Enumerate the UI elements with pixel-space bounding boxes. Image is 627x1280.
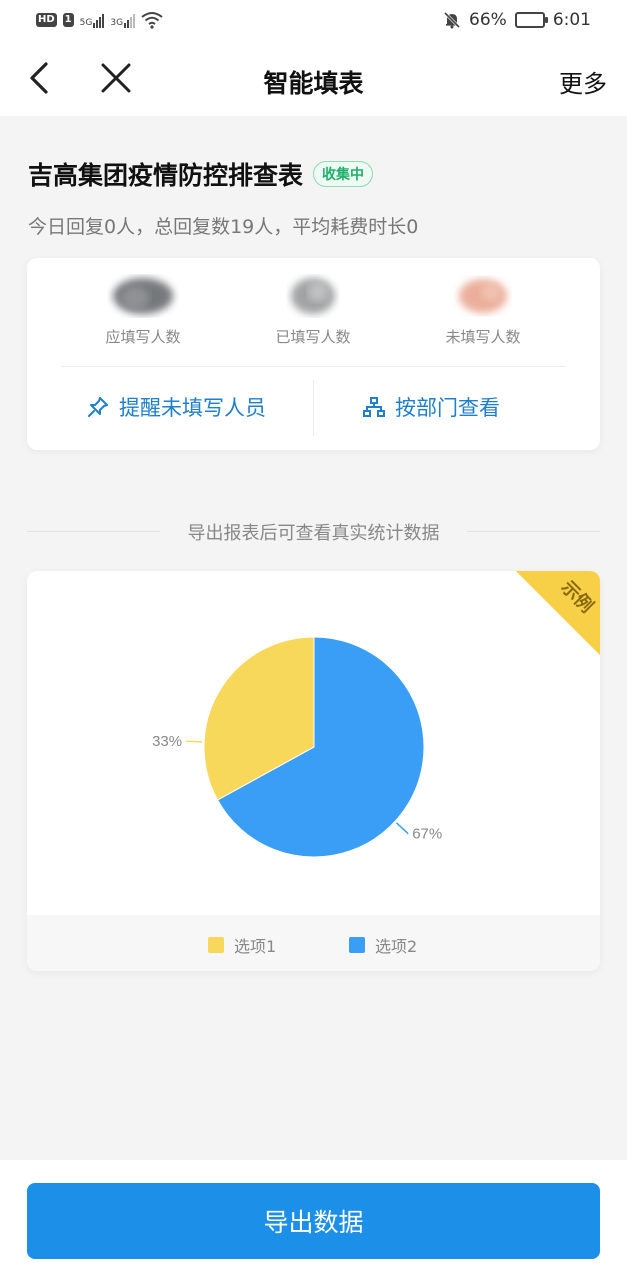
divider [313, 380, 314, 436]
status-badge: 收集中 [313, 161, 374, 187]
stat-expected[interactable]: 应填写人数 [73, 268, 213, 347]
stat-label: 应填写人数 [105, 328, 181, 346]
battery-percent: 66% [469, 10, 507, 30]
bottom-bar: 导出数据 [0, 1160, 627, 1280]
legend-label: 选项1 [234, 937, 277, 956]
legend-swatch [349, 937, 365, 953]
hd-badge: HD [36, 13, 57, 27]
page-title: 智能填表 [263, 69, 364, 98]
stat-unfilled[interactable]: 未填写人数 [413, 268, 553, 347]
divider [61, 366, 566, 367]
legend-swatch [208, 937, 224, 953]
remind-label: 提醒未填写人员 [119, 396, 266, 420]
battery-icon [514, 12, 548, 28]
redacted-count-blur [459, 279, 507, 313]
sim-badge: 1 [62, 13, 74, 27]
redacted-count-blur [291, 278, 335, 314]
legend-item: 选项1 [208, 933, 276, 957]
form-header: 吉高集团疫情防控排查表 收集中 [28, 156, 374, 192]
chart-card: 67% 33% 示例 选项1 选项2 [27, 571, 600, 971]
pie-chart: 67% 33% [152, 636, 442, 858]
legend-label: 选项2 [375, 937, 418, 956]
more-button[interactable]: 更多 [559, 64, 607, 99]
signal-5g-icon: 5G [80, 12, 105, 28]
form-title: 吉高集团疫情防控排查表 [28, 161, 304, 190]
status-bar-right: 66% 6:01 [443, 10, 591, 30]
sample-ribbon [516, 571, 600, 655]
wifi-icon [141, 12, 163, 29]
export-data-button[interactable]: 导出数据 [27, 1183, 600, 1259]
view-by-department-button[interactable]: 按部门查看 [363, 392, 500, 422]
pie-data-label: 67% [412, 826, 442, 843]
pie-leader-line [186, 740, 203, 743]
department-label: 按部门查看 [395, 396, 500, 420]
redacted-count-blur [113, 278, 173, 314]
pin-icon [88, 397, 108, 417]
stat-label: 已填写人数 [275, 328, 351, 346]
stat-filled[interactable]: 已填写人数 [243, 268, 383, 347]
network-type-label: 5G [79, 18, 93, 28]
nav-bar: 智能填表 更多 [0, 40, 627, 116]
export-hint: 导出报表后可查看真实统计数据 [160, 519, 467, 545]
stats-card: 应填写人数 已填写人数 未填写人数 提醒未填写人员 按部门查看 [27, 258, 600, 450]
org-chart-icon [363, 397, 385, 417]
close-icon[interactable] [98, 60, 134, 96]
legend-item: 选项2 [349, 933, 417, 957]
bell-muted-icon [443, 11, 461, 29]
stat-label: 未填写人数 [445, 328, 521, 346]
remind-unfilled-button[interactable]: 提醒未填写人员 [87, 392, 266, 422]
clock: 6:01 [552, 10, 591, 30]
signal-3g-icon: 3G [110, 12, 136, 28]
pie-data-label: 33% [152, 733, 182, 750]
status-bar-left: HD 1 5G 3G [36, 11, 163, 29]
chevron-left-icon[interactable] [24, 60, 60, 96]
pie-leader-line [395, 822, 409, 835]
network-type-label: 3G [110, 18, 124, 28]
reply-summary: 今日回复0人，总回复数19人，平均耗费时长0 [28, 216, 419, 238]
chart-legend: 选项1 选项2 [27, 915, 600, 971]
status-bar: HD 1 5G 3G 66% 6:01 [0, 0, 627, 40]
